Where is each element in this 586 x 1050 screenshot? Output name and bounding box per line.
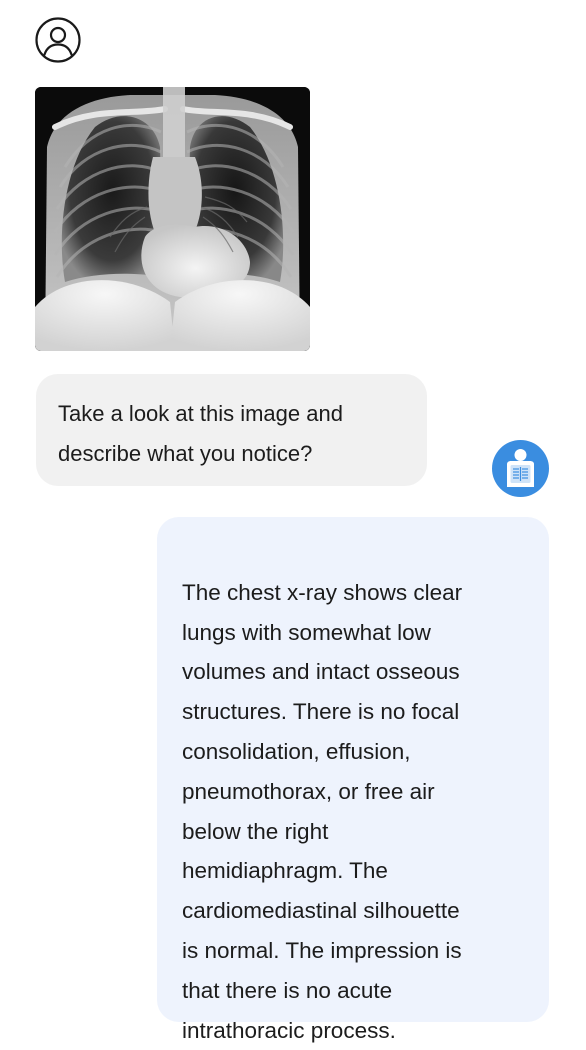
assistant-message-text: The chest x-ray shows clear lungs with s… — [182, 579, 463, 1043]
user-message-text: Take a look at this image and describe w… — [58, 401, 343, 466]
user-avatar-icon — [35, 17, 81, 63]
chest-xray-image[interactable] — [35, 87, 310, 351]
user-message-bubble: Take a look at this image and describe w… — [36, 374, 427, 486]
radiology-report-icon — [492, 440, 549, 497]
assistant-message-bubble: The chest x-ray shows clear lungs with s… — [157, 517, 549, 1043]
